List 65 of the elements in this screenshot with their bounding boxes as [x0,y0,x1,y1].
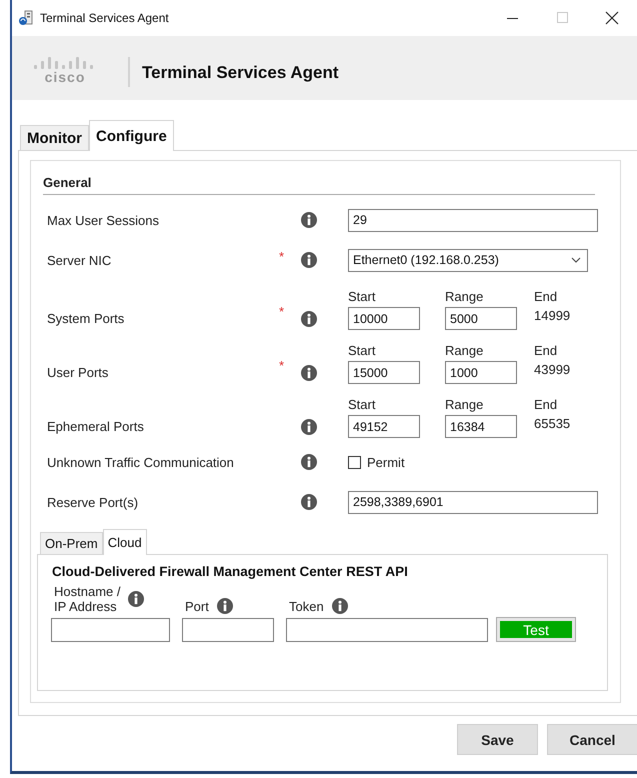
column-heading: Start [348,398,376,412]
tab[interactable]: Configure [88,120,174,151]
tab[interactable]: Cloud [102,529,147,555]
input-field[interactable]: 16384 [445,415,517,438]
app-title: Terminal Services Agent [142,63,339,83]
field-label: Unknown Traffic Communication [46,454,235,470]
column-heading: Start [348,344,376,358]
info-icon [301,310,317,326]
input-field[interactable] [51,618,170,642]
dropdown[interactable]: Ethernet0 (192.168.0.253) [348,248,588,272]
required-mark: * [279,248,284,264]
input-field[interactable]: 5000 [445,307,517,330]
info-icon [301,212,317,228]
window-title: Terminal Services Agent [40,11,170,25]
input-field[interactable] [182,618,274,642]
field-label: System Ports [46,310,126,328]
end-value: 43999 [534,361,572,379]
info-icon [301,494,317,510]
chevron-down-icon [571,257,581,263]
input-field[interactable]: 1000 [445,361,517,384]
field-label: Hostname / IP Address [54,584,120,614]
column-heading: End [534,344,558,358]
column-heading: End [534,398,558,412]
column-heading: End [534,290,558,304]
field-label: Server NIC [46,252,112,268]
field-label: Token [289,598,324,614]
info-icon [301,252,317,268]
info-icon [128,591,144,607]
checkbox-label: Permit [367,454,405,470]
field-label: Port [185,598,209,614]
input-field[interactable]: 29 [348,208,598,232]
required-mark: * [279,358,284,372]
input-field[interactable] [286,618,488,642]
column-heading: Start [348,290,376,304]
tab[interactable]: Monitor [20,125,89,150]
info-icon [332,598,348,614]
dialog-button[interactable]: Save [457,724,538,755]
input-field[interactable]: 2598,3389,6901 [348,490,598,514]
panel-title: Cloud-Delivered Firewall Management Center REST API [52,564,409,579]
info-icon [301,418,317,434]
section-title: General [43,175,595,195]
app-icon [18,10,34,26]
field-label: Max User Sessions [46,212,160,228]
info-icon [216,598,233,614]
input-field[interactable]: 15000 [348,361,420,384]
column-heading: Range [445,344,484,358]
input-field[interactable]: 49152 [348,415,420,438]
input-field[interactable]: 10000 [348,307,420,330]
column-heading: Range [445,290,484,304]
field-label: User Ports [46,364,110,382]
info-icon [301,454,317,470]
logo-text: cisco [44,70,86,84]
end-value: 65535 [534,415,572,433]
column-heading: Range [445,398,484,412]
dialog-button[interactable]: Cancel [547,724,637,755]
checkbox[interactable] [348,456,361,468]
tab[interactable]: On-Prem [40,532,103,554]
end-value: 14999 [534,307,572,325]
dropdown-value: Ethernet0 (192.168.0.253) [353,253,499,267]
maximize-icon [554,10,570,26]
info-icon [301,364,317,380]
close-icon [604,10,620,26]
required-mark: * [279,304,284,318]
field-label: Reserve Port(s) [46,494,140,510]
field-label: Ephemeral Ports [46,418,145,436]
